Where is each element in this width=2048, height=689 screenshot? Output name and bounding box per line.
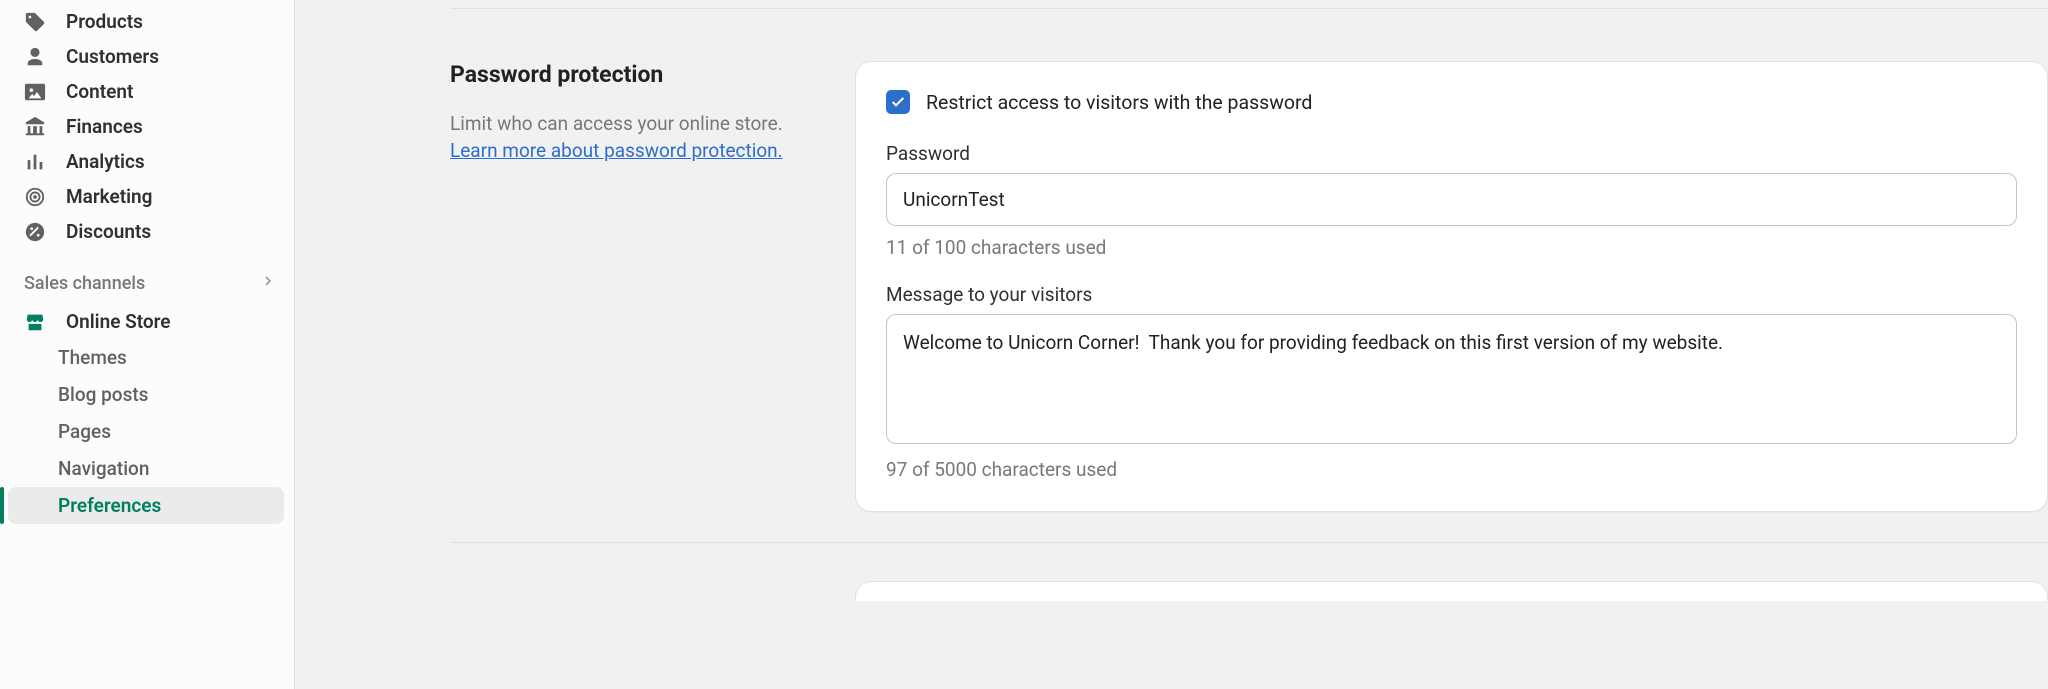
online-store-subnav: Themes Blog posts Pages Navigation Prefe… — [0, 339, 294, 524]
subnav-blog-posts[interactable]: Blog posts — [58, 376, 294, 413]
nav-label: Content — [66, 80, 133, 103]
section-header-label: Sales channels — [24, 273, 145, 294]
restrict-access-row: Restrict access to visitors with the pas… — [886, 90, 2017, 114]
subnav-pages[interactable]: Pages — [58, 413, 294, 450]
message-textarea[interactable] — [886, 314, 2017, 444]
password-helper: 11 of 100 characters used — [886, 236, 2017, 259]
sidebar-item-products[interactable]: Products — [0, 4, 294, 39]
sidebar-item-marketing[interactable]: Marketing — [0, 179, 294, 214]
sidebar-item-analytics[interactable]: Analytics — [0, 144, 294, 179]
sidebar: Products Customers Content Finances Anal… — [0, 0, 295, 689]
next-card-peek — [855, 581, 2048, 601]
nav-label: Products — [66, 10, 143, 33]
sidebar-item-discounts[interactable]: Discounts — [0, 214, 294, 249]
nav-label: Online Store — [66, 310, 171, 333]
subnav-navigation[interactable]: Navigation — [58, 450, 294, 487]
bar-chart-icon — [24, 151, 46, 173]
nav-label: Marketing — [66, 185, 152, 208]
nav-label: Analytics — [66, 150, 145, 173]
section-description: Limit who can access your online store. — [450, 110, 827, 139]
nav-label: Customers — [66, 45, 159, 68]
password-input[interactable] — [886, 173, 2017, 226]
nav-label: Finances — [66, 115, 143, 138]
sales-channels-header[interactable]: Sales channels — [0, 263, 294, 304]
sidebar-item-customers[interactable]: Customers — [0, 39, 294, 74]
restrict-access-label: Restrict access to visitors with the pas… — [926, 91, 1312, 114]
password-field-group: Password 11 of 100 characters used — [886, 142, 2017, 259]
target-icon — [24, 186, 46, 208]
subnav-themes[interactable]: Themes — [58, 339, 294, 376]
tag-icon — [24, 11, 46, 33]
main-content: Password protection Limit who can access… — [295, 0, 2048, 689]
sidebar-item-finances[interactable]: Finances — [0, 109, 294, 144]
image-icon — [24, 81, 46, 103]
section-description-column: Password protection Limit who can access… — [295, 61, 855, 512]
password-protection-card: Restrict access to visitors with the pas… — [855, 61, 2048, 512]
section-title: Password protection — [450, 61, 827, 88]
password-label: Password — [886, 142, 2017, 165]
sidebar-item-online-store[interactable]: Online Store — [0, 304, 294, 339]
subnav-preferences[interactable]: Preferences — [8, 487, 284, 524]
restrict-access-checkbox[interactable] — [886, 90, 910, 114]
chevron-right-icon — [260, 273, 276, 294]
message-helper: 97 of 5000 characters used — [886, 458, 2017, 481]
person-icon — [24, 46, 46, 68]
check-icon — [890, 94, 906, 110]
nav-label: Discounts — [66, 220, 151, 243]
message-field-group: Message to your visitors 97 of 5000 char… — [886, 283, 2017, 481]
learn-more-link[interactable]: Learn more about password protection. — [450, 139, 783, 162]
percent-icon — [24, 221, 46, 243]
password-protection-section: Password protection Limit who can access… — [295, 9, 2048, 512]
sidebar-item-content[interactable]: Content — [0, 74, 294, 109]
store-icon — [24, 311, 46, 333]
message-label: Message to your visitors — [886, 283, 2017, 306]
bank-icon — [24, 116, 46, 138]
